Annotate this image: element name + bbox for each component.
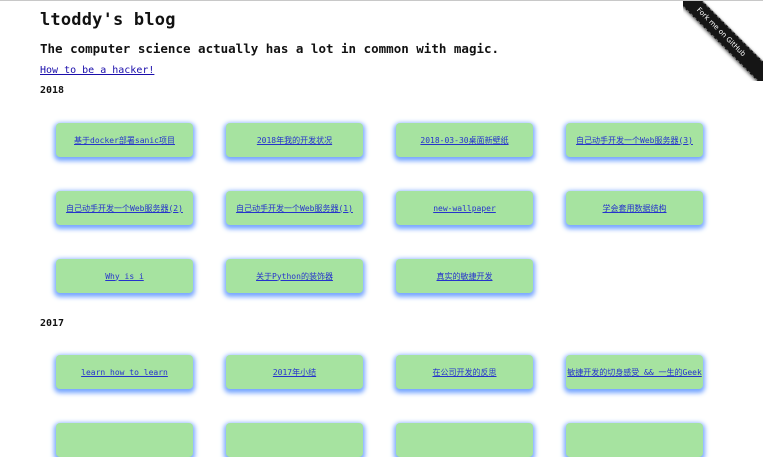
post-card-cut-off[interactable] — [226, 423, 363, 457]
post-link[interactable]: 2017年小结 — [273, 367, 316, 378]
post-link[interactable]: 自己动手开发一个Web服务器(1) — [236, 203, 353, 214]
year-heading-2018: 2018 — [40, 85, 65, 96]
post-link[interactable]: learn how to learn — [81, 368, 168, 377]
post-card[interactable]: learn how to learn — [56, 355, 193, 389]
blog-tagline: The computer science actually has a lot … — [40, 41, 500, 56]
post-link[interactable]: 真实的敏捷开发 — [437, 271, 493, 282]
post-link[interactable]: 2018-03-30桌面新壁纸 — [420, 135, 508, 146]
post-link[interactable]: 自己动手开发一个Web服务器(3) — [576, 135, 693, 146]
post-card[interactable]: 2017年小结 — [226, 355, 363, 389]
post-link[interactable]: 关于Python的装饰器 — [256, 271, 333, 282]
post-link[interactable]: Why is i — [105, 272, 144, 281]
post-card[interactable]: 2018年我的开发状况 — [226, 123, 363, 157]
year-heading-2017: 2017 — [40, 318, 65, 329]
fork-me-on-github-ribbon[interactable]: Fork me on GitHub — [683, 1, 763, 81]
post-card[interactable]: 自己动手开发一个Web服务器(1) — [226, 191, 363, 225]
post-card[interactable]: 自己动手开发一个Web服务器(3) — [566, 123, 703, 157]
post-card[interactable]: 真实的敏捷开发 — [396, 259, 533, 293]
github-ribbon-container: Fork me on GitHub — [683, 1, 763, 81]
post-link[interactable]: 2018年我的开发状况 — [257, 135, 332, 146]
post-card-cut-off[interactable] — [56, 423, 193, 457]
post-link[interactable]: 基于docker部署sanic项目 — [74, 135, 175, 146]
post-link[interactable]: 在公司开发的反思 — [433, 367, 497, 378]
post-card[interactable]: 自己动手开发一个Web服务器(2) — [56, 191, 193, 225]
post-link[interactable]: 敏捷开发的切身感受 && 一生的Geek — [567, 367, 702, 378]
blog-title: ltoddy's blog — [40, 10, 176, 30]
post-card[interactable]: Why is i — [56, 259, 193, 293]
post-link[interactable]: 自己动手开发一个Web服务器(2) — [66, 203, 183, 214]
how-to-be-hacker-link[interactable]: How to be a hacker! — [40, 65, 154, 76]
post-card[interactable]: new-wallpaper — [396, 191, 533, 225]
post-card[interactable]: 基于docker部署sanic项目 — [56, 123, 193, 157]
post-card[interactable]: 关于Python的装饰器 — [226, 259, 363, 293]
post-link[interactable]: new-wallpaper — [433, 204, 496, 213]
post-card[interactable]: 学会套用数据结构 — [566, 191, 703, 225]
post-card-cut-off[interactable] — [396, 423, 533, 457]
post-card-cut-off[interactable] — [566, 423, 703, 457]
post-card[interactable]: 2018-03-30桌面新壁纸 — [396, 123, 533, 157]
post-card[interactable]: 敏捷开发的切身感受 && 一生的Geek — [566, 355, 703, 389]
post-card[interactable]: 在公司开发的反思 — [396, 355, 533, 389]
post-link[interactable]: 学会套用数据结构 — [603, 203, 667, 214]
